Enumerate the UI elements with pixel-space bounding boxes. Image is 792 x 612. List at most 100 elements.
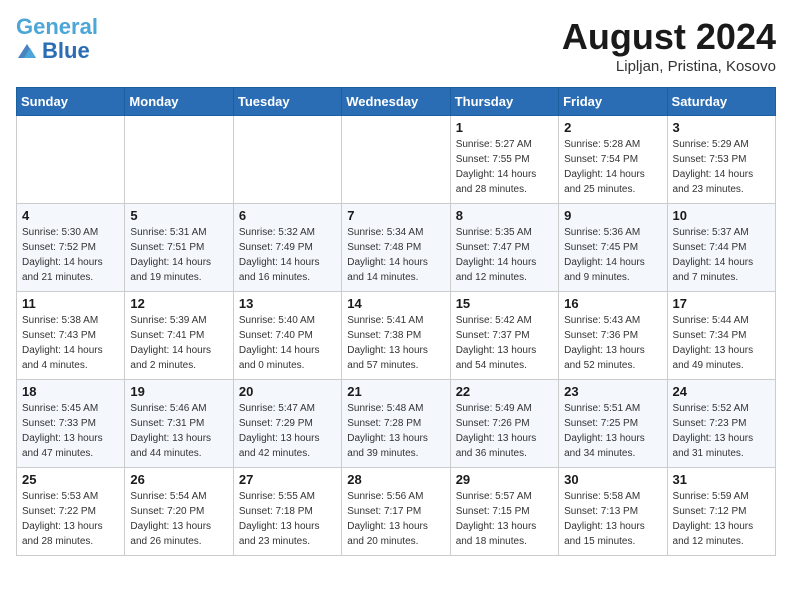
day-header-thursday: Thursday — [450, 88, 558, 116]
day-number: 3 — [673, 120, 770, 135]
day-number: 24 — [673, 384, 770, 399]
title-block: August 2024 Lipljan, Pristina, Kosovo — [562, 16, 776, 75]
day-info: Sunrise: 5:32 AM Sunset: 7:49 PM Dayligh… — [239, 225, 336, 285]
calendar-cell: 24 Sunrise: 5:52 AM Sunset: 7:23 PM Dayli… — [667, 380, 775, 468]
calendar-cell: 31Sunrise: 5:59 AM Sunset: 7:12 PM Dayli… — [667, 468, 775, 556]
day-number: 11 — [22, 296, 119, 311]
day-info: Sunrise: 5:27 AM Sunset: 7:55 PM Dayligh… — [456, 137, 553, 197]
page-header: General Blue August 2024 Lipljan, Pristi… — [16, 16, 776, 75]
day-number: 10 — [673, 208, 770, 223]
day-header-sunday: Sunday — [17, 88, 125, 116]
day-info: Sunrise: 5:41 AM Sunset: 7:38 PM Dayligh… — [347, 313, 444, 373]
week-row-1: 1 Sunrise: 5:27 AM Sunset: 7:55 PM Daylig… — [17, 116, 776, 204]
calendar-cell: 5 Sunrise: 5:31 AM Sunset: 7:51 PM Daylig… — [125, 204, 233, 292]
day-number: 27 — [239, 472, 336, 487]
day-info: Sunrise: 5:52 AM Sunset: 7:23 PM Dayligh… — [673, 401, 770, 461]
day-number: 19 — [130, 384, 227, 399]
calendar-cell: 2Sunrise: 5:28 AM Sunset: 7:54 PM Daylig… — [559, 116, 667, 204]
day-info: Sunrise: 5:46 AM Sunset: 7:31 PM Dayligh… — [130, 401, 227, 461]
day-number: 17 — [673, 296, 770, 311]
logo: General Blue — [16, 16, 98, 64]
day-info: Sunrise: 5:43 AM Sunset: 7:36 PM Dayligh… — [564, 313, 661, 373]
day-info: Sunrise: 5:31 AM Sunset: 7:51 PM Dayligh… — [130, 225, 227, 285]
calendar-cell: 28 Sunrise: 5:56 AM Sunset: 7:17 PM Dayli… — [342, 468, 450, 556]
day-info: Sunrise: 5:59 AM Sunset: 7:12 PM Dayligh… — [673, 489, 770, 549]
day-info: Sunrise: 5:29 AM Sunset: 7:53 PM Dayligh… — [673, 137, 770, 197]
day-number: 1 — [456, 120, 553, 135]
day-header-wednesday: Wednesday — [342, 88, 450, 116]
calendar-cell: 13 Sunrise: 5:40 AM Sunset: 7:40 PM Dayli… — [233, 292, 341, 380]
calendar-cell: 9 Sunrise: 5:36 AM Sunset: 7:45 PM Daylig… — [559, 204, 667, 292]
day-number: 9 — [564, 208, 661, 223]
day-number: 26 — [130, 472, 227, 487]
day-number: 12 — [130, 296, 227, 311]
day-header-saturday: Saturday — [667, 88, 775, 116]
day-info: Sunrise: 5:37 AM Sunset: 7:44 PM Dayligh… — [673, 225, 770, 285]
calendar-cell: 29 Sunrise: 5:57 AM Sunset: 7:15 PM Dayli… — [450, 468, 558, 556]
day-info: Sunrise: 5:30 AM Sunset: 7:52 PM Dayligh… — [22, 225, 119, 285]
calendar-cell: 10 Sunrise: 5:37 AM Sunset: 7:44 PM Dayli… — [667, 204, 775, 292]
calendar-cell: 3 Sunrise: 5:29 AM Sunset: 7:53 PM Daylig… — [667, 116, 775, 204]
day-number: 6 — [239, 208, 336, 223]
day-info: Sunrise: 5:40 AM Sunset: 7:40 PM Dayligh… — [239, 313, 336, 373]
day-info: Sunrise: 5:44 AM Sunset: 7:34 PM Dayligh… — [673, 313, 770, 373]
day-info: Sunrise: 5:57 AM Sunset: 7:15 PM Dayligh… — [456, 489, 553, 549]
day-number: 25 — [22, 472, 119, 487]
calendar-cell — [125, 116, 233, 204]
day-number: 14 — [347, 296, 444, 311]
calendar-cell: 30Sunrise: 5:58 AM Sunset: 7:13 PM Dayli… — [559, 468, 667, 556]
calendar-cell: 4Sunrise: 5:30 AM Sunset: 7:52 PM Daylig… — [17, 204, 125, 292]
day-header-monday: Monday — [125, 88, 233, 116]
calendar-cell — [342, 116, 450, 204]
calendar-cell: 20 Sunrise: 5:47 AM Sunset: 7:29 PM Dayli… — [233, 380, 341, 468]
location: Lipljan, Pristina, Kosovo — [562, 58, 776, 75]
day-number: 8 — [456, 208, 553, 223]
day-info: Sunrise: 5:42 AM Sunset: 7:37 PM Dayligh… — [456, 313, 553, 373]
calendar-cell: 26 Sunrise: 5:54 AM Sunset: 7:20 PM Dayli… — [125, 468, 233, 556]
day-info: Sunrise: 5:53 AM Sunset: 7:22 PM Dayligh… — [22, 489, 119, 549]
calendar-cell: 12Sunrise: 5:39 AM Sunset: 7:41 PM Dayli… — [125, 292, 233, 380]
calendar-cell — [17, 116, 125, 204]
day-number: 16 — [564, 296, 661, 311]
calendar-cell — [233, 116, 341, 204]
calendar-cell: 15 Sunrise: 5:42 AM Sunset: 7:37 PM Dayli… — [450, 292, 558, 380]
logo-icon — [16, 40, 38, 62]
calendar-cell: 21 Sunrise: 5:48 AM Sunset: 7:28 PM Dayli… — [342, 380, 450, 468]
calendar-cell: 1 Sunrise: 5:27 AM Sunset: 7:55 PM Daylig… — [450, 116, 558, 204]
day-number: 29 — [456, 472, 553, 487]
calendar-cell: 22 Sunrise: 5:49 AM Sunset: 7:26 PM Dayli… — [450, 380, 558, 468]
day-info: Sunrise: 5:47 AM Sunset: 7:29 PM Dayligh… — [239, 401, 336, 461]
day-number: 15 — [456, 296, 553, 311]
header-row: SundayMondayTuesdayWednesdayThursdayFrid… — [17, 88, 776, 116]
day-number: 13 — [239, 296, 336, 311]
calendar-cell: 23Sunrise: 5:51 AM Sunset: 7:25 PM Dayli… — [559, 380, 667, 468]
logo-text: General — [16, 16, 98, 38]
day-number: 20 — [239, 384, 336, 399]
day-info: Sunrise: 5:36 AM Sunset: 7:45 PM Dayligh… — [564, 225, 661, 285]
day-info: Sunrise: 5:48 AM Sunset: 7:28 PM Dayligh… — [347, 401, 444, 461]
calendar-cell: 7Sunrise: 5:34 AM Sunset: 7:48 PM Daylig… — [342, 204, 450, 292]
day-number: 21 — [347, 384, 444, 399]
day-info: Sunrise: 5:49 AM Sunset: 7:26 PM Dayligh… — [456, 401, 553, 461]
week-row-3: 11 Sunrise: 5:38 AM Sunset: 7:43 PM Dayli… — [17, 292, 776, 380]
calendar-cell: 8 Sunrise: 5:35 AM Sunset: 7:47 PM Daylig… — [450, 204, 558, 292]
calendar-cell: 25 Sunrise: 5:53 AM Sunset: 7:22 PM Dayli… — [17, 468, 125, 556]
week-row-2: 4Sunrise: 5:30 AM Sunset: 7:52 PM Daylig… — [17, 204, 776, 292]
day-number: 22 — [456, 384, 553, 399]
day-number: 5 — [130, 208, 227, 223]
calendar-cell: 16 Sunrise: 5:43 AM Sunset: 7:36 PM Dayli… — [559, 292, 667, 380]
day-info: Sunrise: 5:45 AM Sunset: 7:33 PM Dayligh… — [22, 401, 119, 461]
calendar-cell: 6 Sunrise: 5:32 AM Sunset: 7:49 PM Daylig… — [233, 204, 341, 292]
day-info: Sunrise: 5:56 AM Sunset: 7:17 PM Dayligh… — [347, 489, 444, 549]
day-number: 23 — [564, 384, 661, 399]
day-number: 28 — [347, 472, 444, 487]
logo-blue: Blue — [42, 38, 90, 64]
day-info: Sunrise: 5:35 AM Sunset: 7:47 PM Dayligh… — [456, 225, 553, 285]
day-info: Sunrise: 5:55 AM Sunset: 7:18 PM Dayligh… — [239, 489, 336, 549]
calendar-cell: 19 Sunrise: 5:46 AM Sunset: 7:31 PM Dayli… — [125, 380, 233, 468]
calendar-cell: 17 Sunrise: 5:44 AM Sunset: 7:34 PM Dayli… — [667, 292, 775, 380]
day-info: Sunrise: 5:54 AM Sunset: 7:20 PM Dayligh… — [130, 489, 227, 549]
calendar-table: SundayMondayTuesdayWednesdayThursdayFrid… — [16, 87, 776, 556]
logo-general: General — [16, 14, 98, 39]
day-info: Sunrise: 5:38 AM Sunset: 7:43 PM Dayligh… — [22, 313, 119, 373]
